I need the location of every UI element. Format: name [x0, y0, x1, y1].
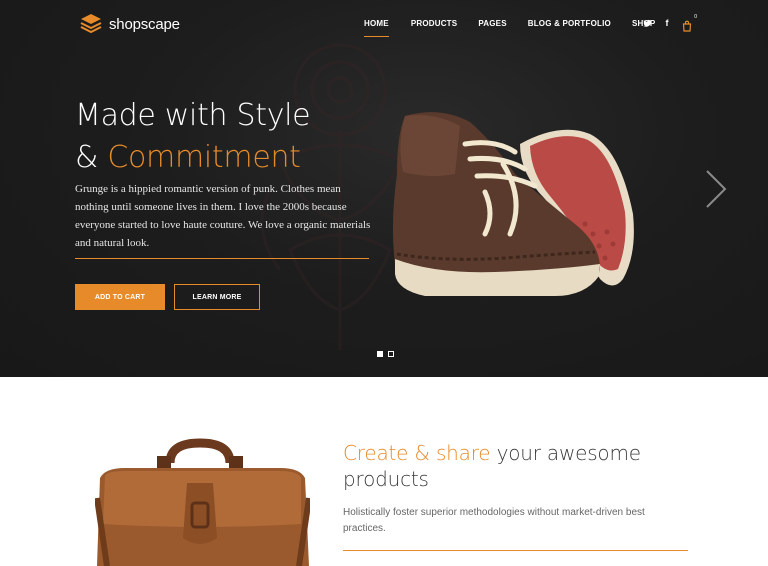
chevron-right-icon[interactable]	[703, 168, 729, 210]
logo[interactable]: shopscape	[79, 12, 180, 36]
nav-item-pages[interactable]: PAGES	[478, 19, 506, 28]
hero-divider	[75, 258, 369, 259]
learn-more-button[interactable]: LEARN MORE	[174, 284, 260, 310]
hero-slider: shopscape HOME PRODUCTS PAGES BLOG & POR…	[0, 0, 768, 377]
leather-bag-image	[95, 438, 310, 566]
header-icons: f 0	[643, 14, 697, 32]
slider-dots	[377, 351, 394, 357]
feature-description: Holistically foster superior methodologi…	[343, 507, 645, 534]
slide-dot-2[interactable]	[388, 351, 394, 357]
add-to-cart-button[interactable]: ADD TO CART	[75, 284, 165, 310]
nav-item-home[interactable]: HOME	[364, 19, 389, 37]
cart-button[interactable]: 0	[682, 14, 697, 32]
stack-logo-icon	[80, 14, 102, 34]
shoe-image	[392, 112, 634, 296]
hero-title-line1: Made with Style	[75, 98, 311, 133]
cart-count-badge: 0	[694, 14, 697, 20]
cart-icon	[682, 20, 692, 32]
nav-item-products[interactable]: PRODUCTS	[411, 19, 458, 28]
feature-title-accent: Create & share	[343, 441, 491, 465]
nav-item-blog-portfolio[interactable]: BLOG & PORTFOLIO	[528, 19, 611, 28]
hero-title: Made with Style & Commitment	[75, 95, 311, 179]
hero-description: Grunge is a hippied romantic version of …	[75, 183, 371, 249]
slide-dot-1[interactable]	[377, 351, 383, 357]
logo-text: shopscape	[109, 15, 180, 33]
hero-title-accent: Commitment	[107, 140, 301, 175]
feature-divider	[343, 550, 688, 551]
main-nav: HOME PRODUCTS PAGES BLOG & PORTFOLIO SHO…	[364, 19, 655, 37]
facebook-icon[interactable]: f	[662, 17, 672, 29]
hero-title-amp: &	[75, 140, 108, 175]
feature-title: Create & share your awesome products	[343, 440, 703, 492]
hero-title-line2: & Commitment	[75, 137, 310, 179]
twitter-icon[interactable]	[643, 19, 652, 28]
